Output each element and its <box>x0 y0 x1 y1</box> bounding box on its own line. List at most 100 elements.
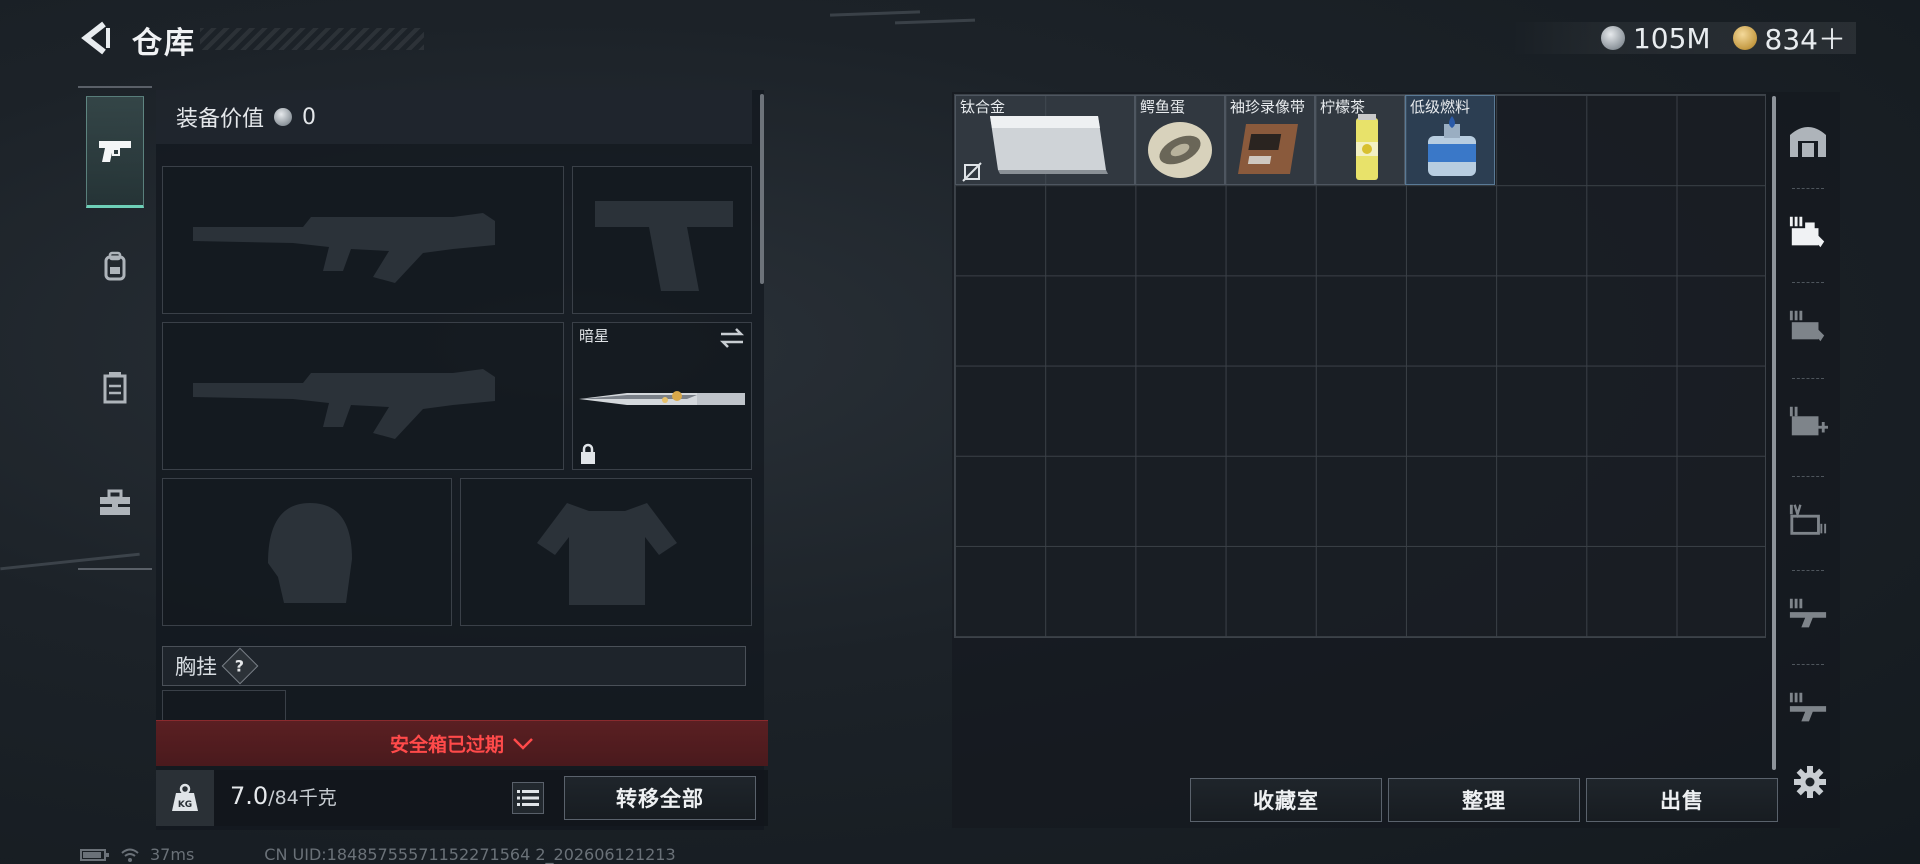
back-arrow-icon <box>81 21 110 55</box>
item-name: 低级燃料 <box>1410 98 1471 116</box>
storage-panel: 钛合金 鳄鱼蛋 袖珍录像带 柠檬茶 低级燃料 收藏室 整理 出售 <box>952 92 1840 828</box>
tab-medical-storage[interactable] <box>1788 402 1828 442</box>
equipment-value-header: 装备价值 0 <box>156 90 752 144</box>
weight-max: /84千克 <box>268 787 337 809</box>
safe-box-expired-banner[interactable]: 安全箱已过期 <box>156 720 768 766</box>
wifi-icon <box>121 848 139 862</box>
weight-icon: KG <box>172 783 198 811</box>
pistol-silhouette-icon <box>595 201 733 291</box>
chest-rig-slot[interactable] <box>162 690 286 720</box>
chevron-down-icon <box>513 737 533 750</box>
storage-category-tabs <box>1772 92 1840 752</box>
silver-coin-icon <box>274 108 293 126</box>
tab-chest-rig[interactable] <box>86 358 144 416</box>
settings-gear-icon <box>1794 766 1826 798</box>
primary-weapon-slot[interactable] <box>162 166 564 314</box>
tab-toolbox[interactable] <box>86 474 144 532</box>
tab-weapon-storage-iii[interactable] <box>1788 594 1828 634</box>
body-armor-slot[interactable] <box>460 478 752 626</box>
equipment-panel: 装备价值 0 暗星 胸挂 ? 安全箱已过期 KG 7.0/84千克 转移全部 <box>156 90 768 830</box>
back-button[interactable] <box>78 20 114 56</box>
pistol-icon <box>99 141 131 162</box>
safehouse-icon <box>1790 127 1826 157</box>
safe-box-expired-text: 安全箱已过期 <box>389 734 504 756</box>
armor-silhouette-icon <box>537 503 677 605</box>
toolbox-icon <box>100 489 130 515</box>
list-view-button[interactable] <box>512 782 544 814</box>
rifle-silhouette-icon <box>193 369 495 439</box>
item-name: 鳄鱼蛋 <box>1140 98 1186 116</box>
collection-room-button[interactable]: 收藏室 <box>1190 778 1382 822</box>
lemon-tea-icon <box>1356 114 1378 180</box>
tab-weapons[interactable] <box>86 96 144 208</box>
status-line: 37ms CN UID:18485755571152271564 2_20260… <box>80 845 676 864</box>
tab-storage-iii-active[interactable] <box>1788 212 1828 252</box>
weight-icon-box: KG <box>156 770 214 826</box>
storage-item[interactable]: 低级燃料 <box>1405 95 1495 185</box>
gold-currency-value: 834＋ <box>1764 23 1846 56</box>
rifle-silhouette-icon <box>193 213 495 283</box>
helmet-slot[interactable] <box>162 478 452 626</box>
organize-button[interactable]: 整理 <box>1388 778 1580 822</box>
storage-iii-icon <box>1789 216 1825 248</box>
backpack-icon <box>104 251 126 281</box>
page-title: 仓库 <box>132 26 196 61</box>
pocket-videotape-icon <box>1238 124 1298 174</box>
helmet-silhouette-icon <box>268 503 352 603</box>
melee-item-name: 暗星 <box>579 327 610 345</box>
medical-storage-icon <box>1789 406 1828 436</box>
tab-backpack[interactable] <box>86 238 144 296</box>
weight-current: 7.0 <box>230 782 269 810</box>
weight-readout: 7.0/84千克 <box>230 782 337 810</box>
gold-currency[interactable]: 834＋ <box>1732 18 1846 58</box>
weight-icon-text: KG <box>178 800 192 810</box>
storage-item[interactable]: 柠檬茶 <box>1315 95 1405 185</box>
equipment-scrollbar[interactable] <box>760 94 764 284</box>
equipment-category-tabs <box>78 86 152 570</box>
storage-iii-b-icon <box>1789 310 1825 342</box>
tab-storage-iv[interactable] <box>1788 500 1828 540</box>
tab-safehouse[interactable] <box>1788 120 1828 160</box>
tab-storage-iii-b[interactable] <box>1788 306 1828 346</box>
currency-bar: 105M 834＋ <box>1510 21 1856 56</box>
ping-value: 37ms <box>150 845 195 864</box>
weight-bar: KG 7.0/84千克 转移全部 <box>156 770 768 826</box>
battery-icon <box>80 848 109 861</box>
secondary-weapon-slot[interactable] <box>572 166 752 314</box>
lock-icon <box>581 443 595 464</box>
equipment-value-label: 装备价值 <box>176 107 265 132</box>
transfer-all-button[interactable]: 转移全部 <box>564 776 756 820</box>
titanium-alloy-icon <box>990 116 1108 174</box>
storage-item[interactable]: 钛合金 <box>955 95 1135 185</box>
top-bar: 仓库 105M 834＋ <box>0 0 1920 80</box>
weapon-storage-iii-icon <box>1789 598 1827 628</box>
no-stack-icon <box>962 162 982 182</box>
title-decoration <box>200 28 424 50</box>
chest-rig-icon <box>103 372 127 404</box>
knife-icon <box>579 391 745 405</box>
weapon-storage-iii-b-icon <box>1789 692 1827 722</box>
low-grade-fuel-icon <box>1428 116 1476 176</box>
silver-coin-icon <box>1600 26 1625 50</box>
swap-icon[interactable] <box>719 327 745 349</box>
melee-weapon-slot[interactable]: 暗星 <box>572 322 752 470</box>
player-uid: CN UID:18485755571152271564 2_2026061212… <box>264 845 676 864</box>
storage-iv-icon <box>1789 504 1827 535</box>
secondary-primary-weapon-slot[interactable] <box>162 322 564 470</box>
chest-rig-row[interactable]: 胸挂 ? <box>162 646 746 686</box>
list-icon <box>517 790 539 806</box>
silver-currency-value: 105M <box>1632 21 1711 55</box>
gold-coin-icon <box>1732 26 1757 50</box>
sell-button[interactable]: 出售 <box>1586 778 1778 822</box>
crocodile-egg-icon <box>1148 122 1212 178</box>
storage-grid: 钛合金 鳄鱼蛋 袖珍录像带 柠檬茶 低级燃料 <box>954 94 1766 638</box>
equipment-value: 0 <box>302 104 317 130</box>
silver-currency[interactable]: 105M <box>1600 21 1711 55</box>
item-name: 袖珍录像带 <box>1230 98 1306 116</box>
help-icon[interactable]: ? <box>221 647 259 685</box>
storage-item[interactable]: 袖珍录像带 <box>1225 95 1315 185</box>
chest-rig-label: 胸挂 <box>175 655 217 679</box>
storage-item[interactable]: 鳄鱼蛋 <box>1135 95 1225 185</box>
settings-button[interactable] <box>1790 762 1830 802</box>
tab-weapon-storage-iii-b[interactable] <box>1788 688 1828 728</box>
